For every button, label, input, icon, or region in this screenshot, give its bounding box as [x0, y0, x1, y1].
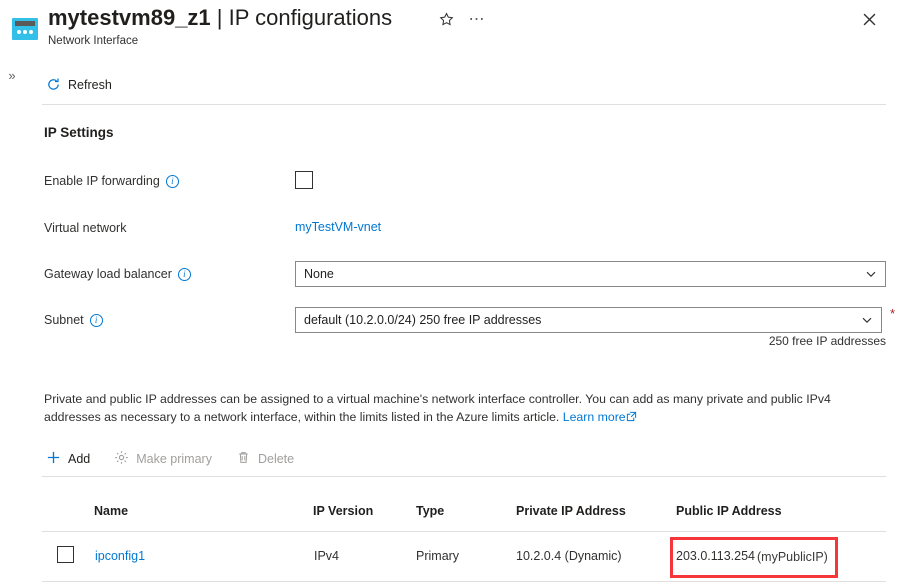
make-primary-label: Make primary — [136, 452, 212, 466]
add-button[interactable]: Add — [42, 447, 94, 471]
learn-more-label: Learn more — [562, 410, 626, 424]
double-chevron-right-icon[interactable]: » — [3, 66, 21, 84]
cell-ip-version: IPv4 — [314, 549, 340, 563]
cell-public-ip: 203.0.113.254 — [676, 549, 756, 563]
gateway-load-balancer-value: None — [304, 267, 334, 281]
add-label: Add — [68, 452, 91, 466]
gateway-load-balancer-dropdown[interactable]: None — [295, 261, 886, 287]
chevron-down-icon — [865, 268, 877, 280]
delete-button[interactable]: Delete — [232, 447, 298, 471]
blade-command-bar: Refresh — [42, 74, 116, 95]
column-header-public-ip[interactable]: Public IP Address — [676, 504, 782, 518]
chevron-down-icon — [861, 314, 873, 326]
cell-public-ip-name: (myPublicIP) — [757, 550, 828, 564]
resource-type-subtitle: Network Interface — [48, 35, 139, 47]
divider-below-command-bar — [42, 104, 886, 105]
external-link-icon — [626, 409, 637, 422]
subnet-row: Subnet i — [44, 313, 103, 327]
column-header-type[interactable]: Type — [416, 504, 444, 518]
virtual-network-link[interactable]: myTestVM-vnet — [295, 220, 381, 234]
page-name: IP configurations — [228, 5, 393, 30]
star-icon[interactable] — [435, 8, 457, 30]
table-header: Name IP Version Type Private IP Address … — [0, 504, 899, 526]
row-select-checkbox[interactable] — [57, 546, 74, 563]
enable-ip-forwarding-label-group: Enable IP forwarding i — [44, 174, 179, 188]
plus-icon — [46, 450, 61, 468]
divider-below-toolbar — [42, 476, 886, 477]
cell-type: Primary — [416, 549, 460, 563]
make-primary-button[interactable]: Make primary — [110, 447, 216, 471]
subnet-value: default (10.2.0.0/24) 250 free IP addres… — [304, 313, 542, 327]
trash-icon — [236, 450, 251, 468]
refresh-label: Refresh — [68, 77, 112, 92]
enable-ip-forwarding-label: Enable IP forwarding — [44, 174, 160, 188]
virtual-network-row: Virtual network — [44, 221, 126, 235]
subnet-label: Subnet — [44, 313, 84, 327]
ipconfig-name-link[interactable]: ipconfig1 — [95, 549, 145, 563]
gateway-load-balancer-label: Gateway load balancer — [44, 267, 172, 281]
divider-below-table-row — [42, 581, 886, 582]
subnet-label-group: Subnet i — [44, 313, 103, 327]
gear-icon — [114, 450, 129, 468]
info-icon[interactable]: i — [165, 174, 179, 188]
ip-config-toolbar: Add Make primary Delete — [42, 447, 298, 471]
refresh-icon — [46, 77, 61, 92]
resource-name: mytestvm89_z1 — [48, 5, 211, 30]
ellipsis-icon[interactable]: ⋯ — [466, 8, 488, 30]
page-title-group: mytestvm89_z1 | IP configurations Networ… — [48, 4, 392, 47]
enable-ip-forwarding-row: Enable IP forwarding i — [44, 174, 179, 188]
close-icon[interactable] — [857, 7, 881, 31]
description-text: Private and public IP addresses can be a… — [44, 392, 831, 424]
column-header-ip-version[interactable]: IP Version — [313, 504, 373, 518]
virtual-network-label: Virtual network — [44, 221, 127, 235]
learn-more-link[interactable]: Learn more — [563, 410, 637, 424]
enable-ip-forwarding-checkbox[interactable] — [295, 171, 313, 189]
page-title: mytestvm89_z1 | IP configurations — [48, 4, 392, 32]
icon-dots — [17, 30, 33, 34]
column-header-name[interactable]: Name — [94, 504, 128, 518]
title-separator: | — [216, 5, 223, 30]
network-interface-icon — [12, 18, 38, 40]
gateway-load-balancer-row: Gateway load balancer i — [44, 267, 191, 281]
info-icon[interactable]: i — [89, 313, 103, 327]
delete-label: Delete — [257, 452, 295, 466]
column-header-private-ip[interactable]: Private IP Address — [516, 504, 626, 518]
subnet-dropdown[interactable]: default (10.2.0.0/24) 250 free IP addres… — [295, 307, 882, 333]
subnet-hint-text: 250 free IP addresses — [768, 334, 886, 348]
cell-private-ip: 10.2.0.4 (Dynamic) — [516, 549, 622, 563]
info-icon[interactable]: i — [177, 267, 191, 281]
ip-settings-heading: IP Settings — [44, 125, 114, 140]
icon-title-bar — [15, 21, 35, 26]
divider-below-table-header — [42, 531, 886, 532]
subnet-required-marker: * — [890, 306, 896, 321]
gateway-load-balancer-label-group: Gateway load balancer i — [44, 267, 191, 281]
ip-configurations-description: Private and public IP addresses can be a… — [44, 390, 886, 426]
refresh-button[interactable]: Refresh — [42, 74, 116, 95]
ip-configurations-blade: mytestvm89_z1 | IP configurations Networ… — [0, 0, 899, 588]
